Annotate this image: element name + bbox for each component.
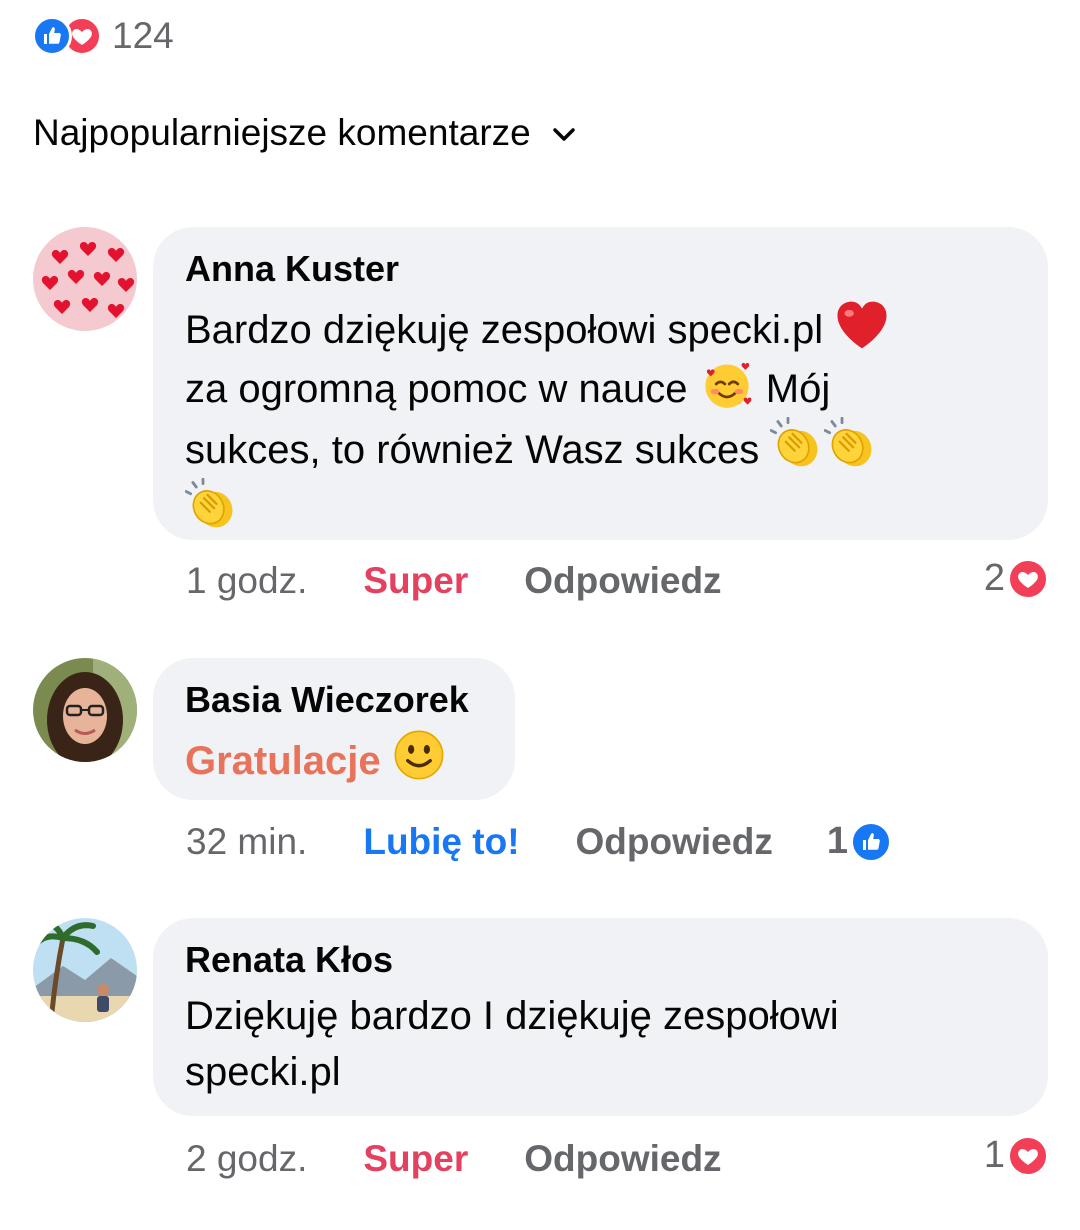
comment-reaction-count[interactable]: 2 [984,557,1049,600]
comment-text-line: Gratulacje [185,739,381,783]
reply-button[interactable]: Odpowiedz [576,821,773,863]
comment-actions: 2 godz. Super Odpowiedz [186,1138,722,1180]
reply-button[interactable]: Odpowiedz [524,1138,721,1180]
comment-text: Bardzo dziękuję zespołowi specki.pl za o… [185,299,890,539]
reaction-action-button[interactable]: Lubię to! [363,821,519,863]
comment-time[interactable]: 32 min. [186,821,307,863]
chevron-down-icon [552,128,575,141]
comment-author[interactable]: Anna Kuster [185,249,399,289]
comment-bubble: Basia Wieczorek Gratulacje [153,658,515,800]
reaction-action-button[interactable]: Super [363,560,468,602]
comment-author[interactable]: Renata Kłos [185,940,393,980]
comment-text-line: Dziękuję bardzo I dziękuję zespołowi [185,994,839,1038]
clapping-hands-emoji [824,417,878,471]
reaction-count: 2 [983,557,1005,599]
comment-text-line: specki.pl [185,1050,341,1094]
comment-text: Gratulacje [185,728,446,789]
avatar-basia-wieczorek[interactable] [33,658,137,762]
avatar-anna-kuster[interactable] [33,227,137,331]
like-icon [32,16,72,56]
comment-bubble: Renata Kłos Dziękuję bardzo I dziękuję z… [153,918,1048,1116]
comment-text-line: za ogromną pomoc w nauce [185,367,688,411]
comment-time[interactable]: 1 godz. [186,560,307,602]
comment-actions: 32 min. Lubię to! Odpowiedz 1 [186,820,892,863]
reaction-count: 1 [983,1134,1005,1176]
love-icon [1007,1134,1049,1177]
comment-text-line: sukces, to również Wasz sukces [185,428,760,472]
comment-bubble: Anna Kuster Bardzo dziękuję zespołowi sp… [153,227,1048,540]
comment-author[interactable]: Basia Wieczorek [185,680,469,720]
comment-reaction-count[interactable]: 1 [827,820,892,863]
clapping-hands-emoji [185,478,239,532]
reaction-action-button[interactable]: Super [363,1138,468,1180]
love-icon [1007,557,1049,600]
slightly-smiling-face-emoji [394,730,444,780]
reactions-summary[interactable]: 124 [32,14,174,58]
comment-reaction-count[interactable]: 1 [984,1134,1049,1177]
comment-time[interactable]: 2 godz. [186,1138,307,1180]
avatar-renata-klos[interactable] [33,918,137,1022]
reaction-count: 1 [826,820,848,862]
comment-text-line: Bardzo dziękuję zespołowi specki.pl [185,308,824,352]
comment-actions: 1 godz. Super Odpowiedz [186,560,722,602]
comment-text: Dziękuję bardzo I dziękuję zespołowi spe… [185,988,839,1100]
avatar-image [33,918,137,1022]
clapping-hands-emoji [770,417,824,471]
like-icon [850,820,892,863]
comment-sort-dropdown[interactable]: Najpopularniejsze komentarze [33,112,575,154]
avatar-image [33,227,137,331]
sort-label: Najpopularniejsze komentarze [33,112,531,153]
avatar-image [33,658,137,762]
comment-text-line: Mój [765,367,831,411]
red-heart-emoji [837,301,887,349]
reply-button[interactable]: Odpowiedz [524,560,721,602]
smiling-face-with-hearts-emoji [704,362,752,408]
reactions-count: 124 [112,15,174,56]
